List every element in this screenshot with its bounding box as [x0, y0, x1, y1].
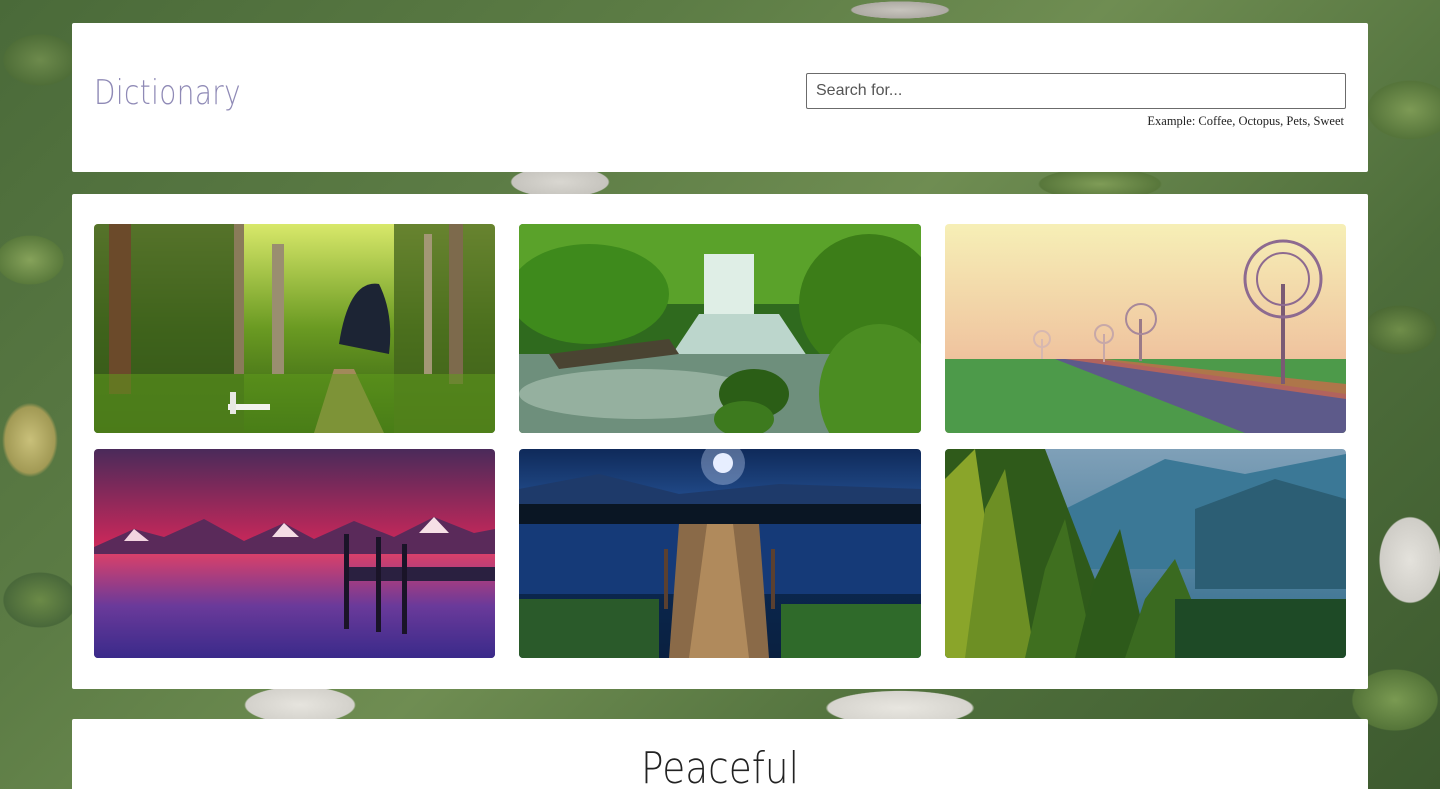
search-input[interactable] — [806, 73, 1346, 109]
foggy-road-trees-photo[interactable] — [945, 224, 1346, 433]
forest-path-with-bench-photo[interactable] — [94, 224, 495, 433]
search-example-hint: Example: Coffee, Octopus, Pets, Sweet — [1147, 114, 1344, 128]
word-result-panel: Peaceful — [72, 719, 1368, 789]
moonlit-lake-pier-photo[interactable] — [519, 449, 921, 658]
pine-forest-valley-photo[interactable] — [945, 449, 1346, 658]
sunset-mountain-lake-photo[interactable] — [94, 449, 495, 658]
photo-gallery-panel — [72, 194, 1368, 689]
searched-word-title: Peaceful — [641, 743, 799, 789]
photo-grid — [94, 224, 1346, 658]
app-title: Dictionary — [94, 73, 242, 113]
search-form: Example: Coffee, Octopus, Pets, Sweet — [806, 73, 1346, 129]
waterfall-stream-photo[interactable] — [519, 224, 921, 433]
header-panel: Dictionary Example: Coffee, Octopus, Pet… — [72, 23, 1368, 172]
